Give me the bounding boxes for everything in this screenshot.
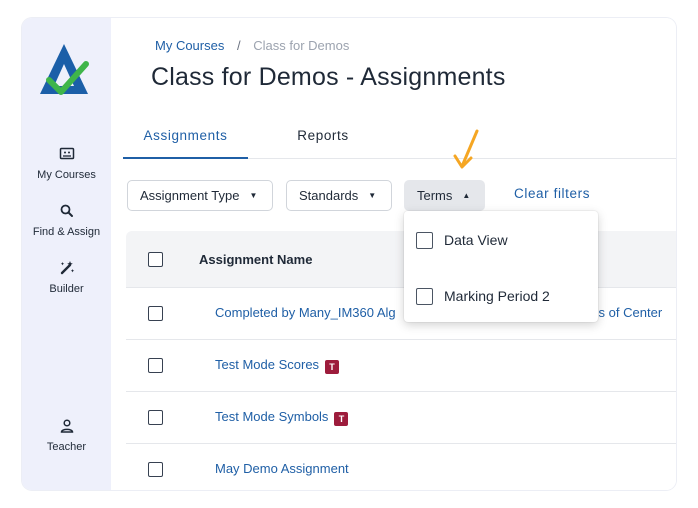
option-checkbox[interactable]: [416, 288, 433, 305]
tab-bar: Assignments Reports: [123, 122, 676, 159]
assignment-link[interactable]: Completed by Many_IM360 Alg: [215, 305, 396, 320]
row-checkbox[interactable]: [148, 410, 163, 425]
table-row: May Demo Assignment: [126, 444, 676, 490]
standards-filter-button[interactable]: Standards ▼: [286, 180, 392, 211]
sidebar-item-label: Find & Assign: [32, 226, 101, 238]
course-card-icon: [59, 147, 74, 160]
assignment-name: Test Mode Symbols: [215, 409, 329, 424]
select-all-checkbox[interactable]: [148, 252, 163, 267]
caret-down-icon: ▼: [249, 191, 258, 200]
row-checkbox[interactable]: [148, 358, 163, 373]
test-mode-badge: T: [334, 412, 349, 426]
sidebar-item-builder[interactable]: Builder: [22, 259, 111, 296]
sidebar-item-label: Teacher: [46, 441, 87, 453]
assignment-type-filter-label: Assignment Type: [140, 188, 240, 203]
terms-filter-button[interactable]: Terms ▲: [404, 180, 485, 211]
table-row: Test Mode Scores T: [126, 340, 676, 392]
assignment-link-continued[interactable]: res of Center: [587, 305, 662, 320]
sidebar-item-teacher[interactable]: Teacher: [22, 417, 111, 454]
app-window: My Courses Find & Assign Builder Teacher…: [22, 18, 676, 490]
table-row: Test Mode Symbols T: [126, 392, 676, 444]
page-title: Class for Demos - Assignments: [151, 63, 506, 91]
option-checkbox[interactable]: [416, 232, 433, 249]
sidebar: My Courses Find & Assign Builder Teacher: [22, 18, 111, 490]
sidebar-item-find-assign[interactable]: Find & Assign: [22, 202, 111, 239]
sidebar-item-my-courses[interactable]: My Courses: [22, 145, 111, 182]
user-icon: [60, 419, 73, 433]
terms-dropdown-menu: Data View Marking Period 2: [404, 211, 598, 322]
breadcrumb-separator: /: [236, 38, 241, 53]
app-logo: [40, 44, 89, 95]
clear-filters-link[interactable]: Clear filters: [514, 186, 590, 201]
breadcrumb-current: Class for Demos: [253, 38, 350, 53]
tab-reports[interactable]: Reports: [268, 122, 378, 159]
assignment-link[interactable]: Test Mode Scores T: [215, 357, 340, 374]
assignment-link[interactable]: May Demo Assignment: [215, 461, 349, 476]
column-header-assignment-name: Assignment Name: [199, 252, 313, 267]
main-content: My Courses / Class for Demos Class for D…: [111, 18, 676, 490]
assignment-name: Test Mode Scores: [215, 357, 320, 372]
search-icon: [60, 204, 73, 217]
standards-filter-label: Standards: [299, 188, 359, 203]
terms-option-data-view[interactable]: Data View: [404, 219, 598, 259]
tab-assignments[interactable]: Assignments: [123, 122, 248, 159]
option-label: Marking Period 2: [444, 288, 550, 304]
option-label: Data View: [444, 232, 508, 248]
test-mode-badge: T: [325, 360, 340, 374]
row-checkbox[interactable]: [148, 306, 163, 321]
caret-down-icon: ▼: [368, 191, 377, 200]
sidebar-item-label: My Courses: [37, 169, 96, 181]
pointer-arrow-icon: [453, 129, 479, 169]
sidebar-item-label: Builder: [49, 283, 84, 295]
terms-filter-label: Terms: [417, 188, 453, 203]
breadcrumb-link-my-courses[interactable]: My Courses: [155, 38, 224, 53]
assignment-link[interactable]: Test Mode Symbols T: [215, 409, 349, 426]
caret-up-icon: ▲: [462, 191, 471, 200]
row-checkbox[interactable]: [148, 462, 163, 477]
terms-option-marking-period-2[interactable]: Marking Period 2: [404, 275, 598, 315]
assignment-type-filter-button[interactable]: Assignment Type ▼: [127, 180, 273, 211]
magic-wand-icon: [60, 261, 74, 275]
breadcrumb: My Courses / Class for Demos: [155, 38, 349, 53]
